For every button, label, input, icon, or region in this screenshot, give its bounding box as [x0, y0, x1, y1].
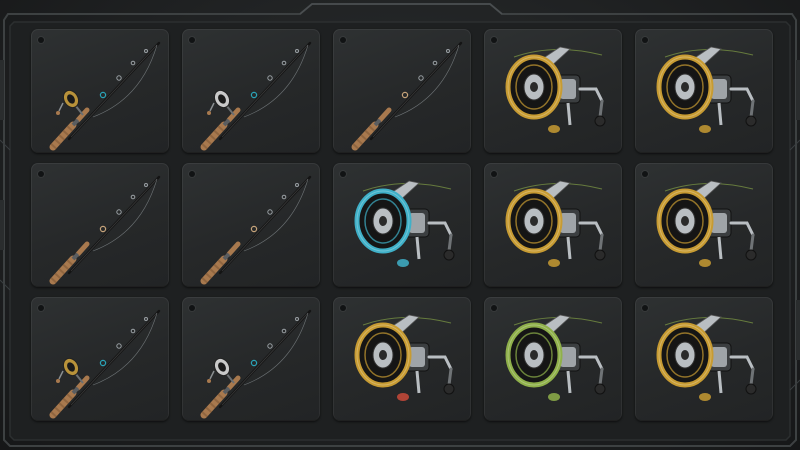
inventory-slot-15[interactable]: [635, 297, 773, 421]
inventory-slot-13[interactable]: [333, 297, 471, 421]
inventory-grid: [31, 29, 775, 429]
fishing-rod-icon: [351, 41, 463, 151]
spinning-reel-icon: [656, 180, 757, 267]
spinning-reel-icon: [505, 180, 606, 267]
inventory-slot-10[interactable]: [635, 163, 773, 287]
inventory-slot-5[interactable]: [635, 29, 773, 153]
inventory-slot-11[interactable]: [31, 297, 169, 421]
inventory-slot-3[interactable]: [333, 29, 471, 153]
fishing-rod-with-reel-icon: [200, 309, 312, 419]
spinning-reel-icon: [354, 180, 455, 267]
inventory-slot-8[interactable]: [333, 163, 471, 287]
fishing-rod-icon: [49, 175, 161, 285]
inventory-slot-12[interactable]: [182, 297, 320, 421]
inventory-slot-7[interactable]: [182, 163, 320, 287]
spinning-reel-icon: [354, 314, 455, 401]
fishing-rod-with-reel-icon: [49, 309, 161, 419]
spinning-reel-icon: [656, 314, 757, 401]
inventory-slot-14[interactable]: [484, 297, 622, 421]
inventory-slot-1[interactable]: [31, 29, 169, 153]
inventory-slot-9[interactable]: [484, 163, 622, 287]
spinning-reel-icon: [505, 314, 606, 401]
spinning-reel-icon: [505, 46, 606, 133]
inventory-slot-6[interactable]: [31, 163, 169, 287]
fishing-rod-with-reel-icon: [49, 41, 161, 151]
inventory-screen: [0, 0, 800, 450]
fishing-rod-with-reel-icon: [200, 41, 312, 151]
spinning-reel-icon: [656, 46, 757, 133]
fishing-rod-icon: [200, 175, 312, 285]
inventory-slot-4[interactable]: [484, 29, 622, 153]
inventory-slot-2[interactable]: [182, 29, 320, 153]
